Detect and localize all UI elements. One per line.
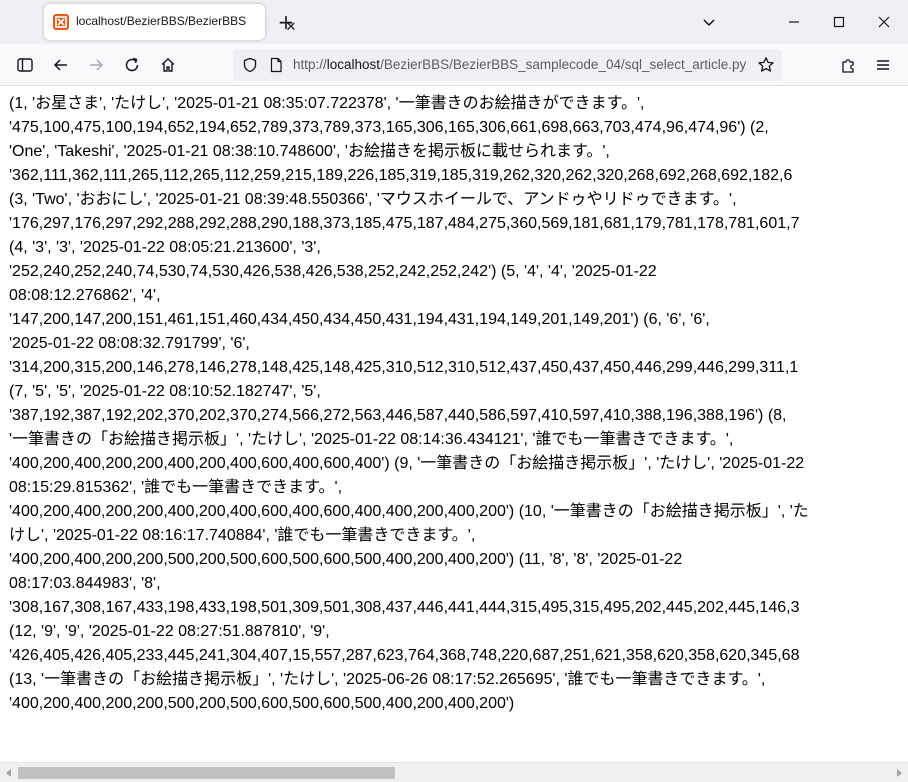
url-host: localhost	[326, 57, 381, 72]
query-result-text: (1, 'お星さま', 'たけし', '2025-01-21 08:35:07.…	[9, 92, 908, 716]
result-line: '400,200,400,200,200,400,200,400,600,400…	[9, 455, 805, 472]
browser-tab[interactable]: localhost/BezierBBS/BezierBBS_ ✕	[44, 4, 296, 40]
horizontal-scrollbar[interactable]	[0, 762, 908, 782]
result-line: 08:08:12.276862', '4',	[9, 287, 161, 304]
scroll-right-arrow-icon[interactable]	[893, 766, 905, 780]
back-arrow-icon[interactable]	[50, 54, 72, 76]
result-line: けし', '2025-01-22 08:16:17.740884', '誰でも一…	[9, 527, 476, 544]
url-path: /BezierBBS/BezierBBS_samplecode_04/sql_s…	[380, 57, 747, 72]
result-line: (3, 'Two', 'おおにし', '2025-01-21 08:39:48.…	[9, 191, 737, 208]
result-line: '426,405,426,405,233,445,241,304,407,15,…	[9, 647, 800, 664]
page-icon[interactable]	[268, 57, 284, 73]
result-line: '314,200,315,200,146,278,146,278,148,425…	[9, 359, 799, 376]
url-bar[interactable]: http://localhost/BezierBBS/BezierBBS_sam…	[233, 49, 782, 81]
result-line: (13, '一筆書きの「お絵描き掲示板」', 'たけし', '2025-06-2…	[9, 671, 766, 688]
result-line: 08:17:03.844983', '8',	[9, 575, 161, 592]
result-line: '387,192,387,192,202,370,202,370,274,566…	[9, 407, 787, 424]
home-icon[interactable]	[157, 54, 179, 76]
result-line: '一筆書きの「お絵描き掲示板」', 'たけし', '2025-01-22 08:…	[9, 431, 734, 448]
list-all-tabs-icon[interactable]	[699, 12, 719, 32]
result-line: '400,200,400,200,200,500,200,500,600,500…	[9, 695, 515, 712]
bookmark-star-icon[interactable]	[757, 56, 775, 74]
scroll-left-arrow-icon[interactable]	[3, 766, 15, 780]
tab-title: localhost/BezierBBS/BezierBBS_	[76, 14, 246, 28]
result-line: '2025-01-22 08:08:32.791799', '6',	[9, 335, 250, 352]
result-line: '475,100,475,100,194,652,194,652,789,373…	[9, 119, 769, 136]
extensions-icon[interactable]	[837, 54, 859, 76]
navigation-toolbar: http://localhost/BezierBBS/BezierBBS_sam…	[0, 44, 908, 86]
result-line: '252,240,252,240,74,530,74,530,426,538,4…	[9, 263, 657, 280]
favicon-icon	[53, 14, 69, 30]
forward-arrow-icon[interactable]	[85, 54, 107, 76]
url-text[interactable]: http://localhost/BezierBBS/BezierBBS_sam…	[293, 57, 753, 75]
result-line: '176,297,176,297,292,288,292,288,290,188…	[9, 215, 800, 232]
result-line: (1, 'お星さま', 'たけし', '2025-01-21 08:35:07.…	[9, 95, 645, 112]
result-line: 08:15:29.815362', '誰でも一筆書きできます。',	[9, 479, 343, 496]
result-line: 'One', 'Takeshi', '2025-01-21 08:38:10.7…	[9, 143, 610, 160]
window-minimize-icon[interactable]	[784, 12, 804, 32]
window-maximize-icon[interactable]	[829, 12, 849, 32]
reload-icon[interactable]	[121, 54, 143, 76]
result-line: '308,167,308,167,433,198,433,198,501,309…	[9, 599, 800, 616]
new-tab-icon[interactable]: +	[275, 11, 297, 33]
sidebar-icon[interactable]	[14, 54, 36, 76]
url-scheme: http://	[293, 57, 327, 72]
result-line: '400,200,400,200,200,500,200,500,600,500…	[9, 551, 683, 568]
result-line: (7, '5', '5', '2025-01-22 08:10:52.18274…	[9, 383, 321, 400]
result-line: '400,200,400,200,200,400,200,400,600,400…	[9, 503, 809, 520]
horizontal-scrollbar-thumb[interactable]	[18, 767, 395, 779]
window-close-icon[interactable]	[874, 12, 894, 32]
page-content: (1, 'お星さま', 'たけし', '2025-01-21 08:35:07.…	[0, 86, 908, 762]
result-line: (4, '3', '3', '2025-01-22 08:05:21.21360…	[9, 239, 321, 256]
tab-strip: localhost/BezierBBS/BezierBBS_ ✕ +	[0, 0, 908, 44]
shield-icon[interactable]	[242, 57, 258, 73]
result-line: (12, '9', '9', '2025-01-22 08:27:51.8878…	[9, 623, 330, 640]
menu-icon[interactable]	[872, 54, 894, 76]
result-line: '362,111,362,111,265,112,265,112,259,215…	[9, 167, 793, 184]
result-line: '147,200,147,200,151,461,151,460,434,450…	[9, 311, 710, 328]
